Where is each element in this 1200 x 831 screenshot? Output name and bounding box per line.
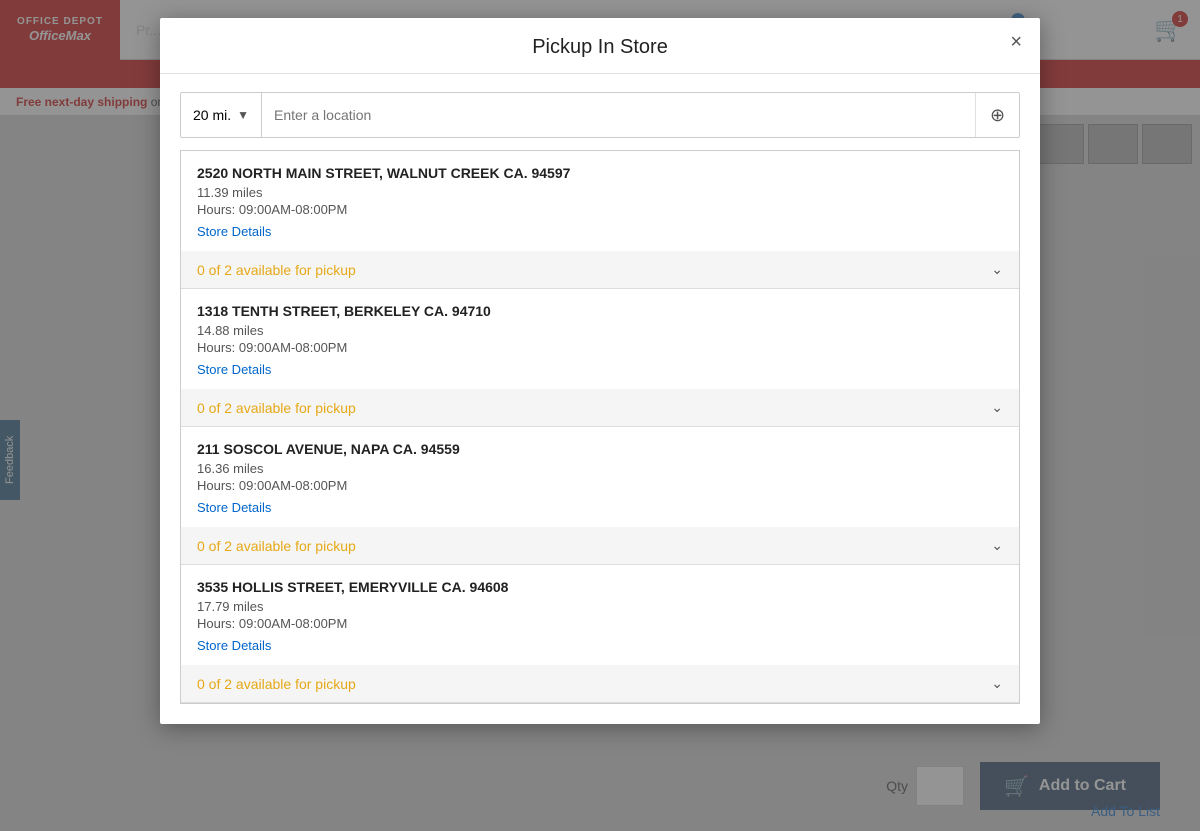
store-details-link-1[interactable]: Store Details (197, 362, 271, 377)
locate-icon: ⊕ (990, 105, 1005, 126)
store-availability-1[interactable]: 0 of 2 available for pickup ⌄ (181, 389, 1019, 426)
modal-header: Pickup In Store × (160, 18, 1040, 74)
availability-chevron-icon-3: ⌄ (991, 675, 1003, 692)
store-item: 1318 TENTH STREET, BERKELEY CA. 94710 14… (181, 289, 1019, 427)
store-address-2: 211 SOSCOL AVENUE, NAPA CA. 94559 (197, 441, 1003, 457)
modal-title: Pickup In Store (532, 36, 668, 59)
distance-chevron-icon: ▼ (237, 108, 249, 122)
store-distance-0: 11.39 miles (197, 185, 1003, 200)
store-details-link-0[interactable]: Store Details (197, 224, 271, 239)
availability-text-3: 0 of 2 available for pickup (197, 676, 356, 692)
store-availability-0[interactable]: 0 of 2 available for pickup ⌄ (181, 251, 1019, 288)
distance-value: 20 mi. (193, 107, 231, 123)
pickup-in-store-modal: Pickup In Store × 20 mi. ▼ ⊕ 2520 NORTH … (160, 18, 1040, 724)
store-distance-3: 17.79 miles (197, 599, 1003, 614)
store-item: 211 SOSCOL AVENUE, NAPA CA. 94559 16.36 … (181, 427, 1019, 565)
store-info-0: 2520 NORTH MAIN STREET, WALNUT CREEK CA.… (181, 151, 1019, 251)
store-hours-1: Hours: 09:00AM-08:00PM (197, 340, 1003, 355)
store-item: 3535 HOLLIS STREET, EMERYVILLE CA. 94608… (181, 565, 1019, 703)
store-address-0: 2520 NORTH MAIN STREET, WALNUT CREEK CA.… (197, 165, 1003, 181)
locate-me-button[interactable]: ⊕ (975, 93, 1019, 137)
store-details-link-2[interactable]: Store Details (197, 500, 271, 515)
availability-text-2: 0 of 2 available for pickup (197, 538, 356, 554)
store-details-link-3[interactable]: Store Details (197, 638, 271, 653)
store-distance-1: 14.88 miles (197, 323, 1003, 338)
store-list[interactable]: 2520 NORTH MAIN STREET, WALNUT CREEK CA.… (180, 150, 1020, 704)
store-info-1: 1318 TENTH STREET, BERKELEY CA. 94710 14… (181, 289, 1019, 389)
availability-chevron-icon-0: ⌄ (991, 261, 1003, 278)
store-item: 2520 NORTH MAIN STREET, WALNUT CREEK CA.… (181, 151, 1019, 289)
availability-text-0: 0 of 2 available for pickup (197, 262, 356, 278)
distance-selector[interactable]: 20 mi. ▼ (181, 93, 262, 137)
store-info-2: 211 SOSCOL AVENUE, NAPA CA. 94559 16.36 … (181, 427, 1019, 527)
availability-chevron-icon-1: ⌄ (991, 399, 1003, 416)
store-hours-2: Hours: 09:00AM-08:00PM (197, 478, 1003, 493)
store-info-3: 3535 HOLLIS STREET, EMERYVILLE CA. 94608… (181, 565, 1019, 665)
store-search-bar: 20 mi. ▼ ⊕ (180, 92, 1020, 138)
availability-text-1: 0 of 2 available for pickup (197, 400, 356, 416)
store-hours-0: Hours: 09:00AM-08:00PM (197, 202, 1003, 217)
store-hours-3: Hours: 09:00AM-08:00PM (197, 616, 1003, 631)
store-address-1: 1318 TENTH STREET, BERKELEY CA. 94710 (197, 303, 1003, 319)
store-distance-2: 16.36 miles (197, 461, 1003, 476)
store-availability-3[interactable]: 0 of 2 available for pickup ⌄ (181, 665, 1019, 702)
store-address-3: 3535 HOLLIS STREET, EMERYVILLE CA. 94608 (197, 579, 1003, 595)
availability-chevron-icon-2: ⌄ (991, 537, 1003, 554)
store-availability-2[interactable]: 0 of 2 available for pickup ⌄ (181, 527, 1019, 564)
modal-close-button[interactable]: × (1010, 32, 1022, 52)
location-input[interactable] (262, 93, 975, 137)
